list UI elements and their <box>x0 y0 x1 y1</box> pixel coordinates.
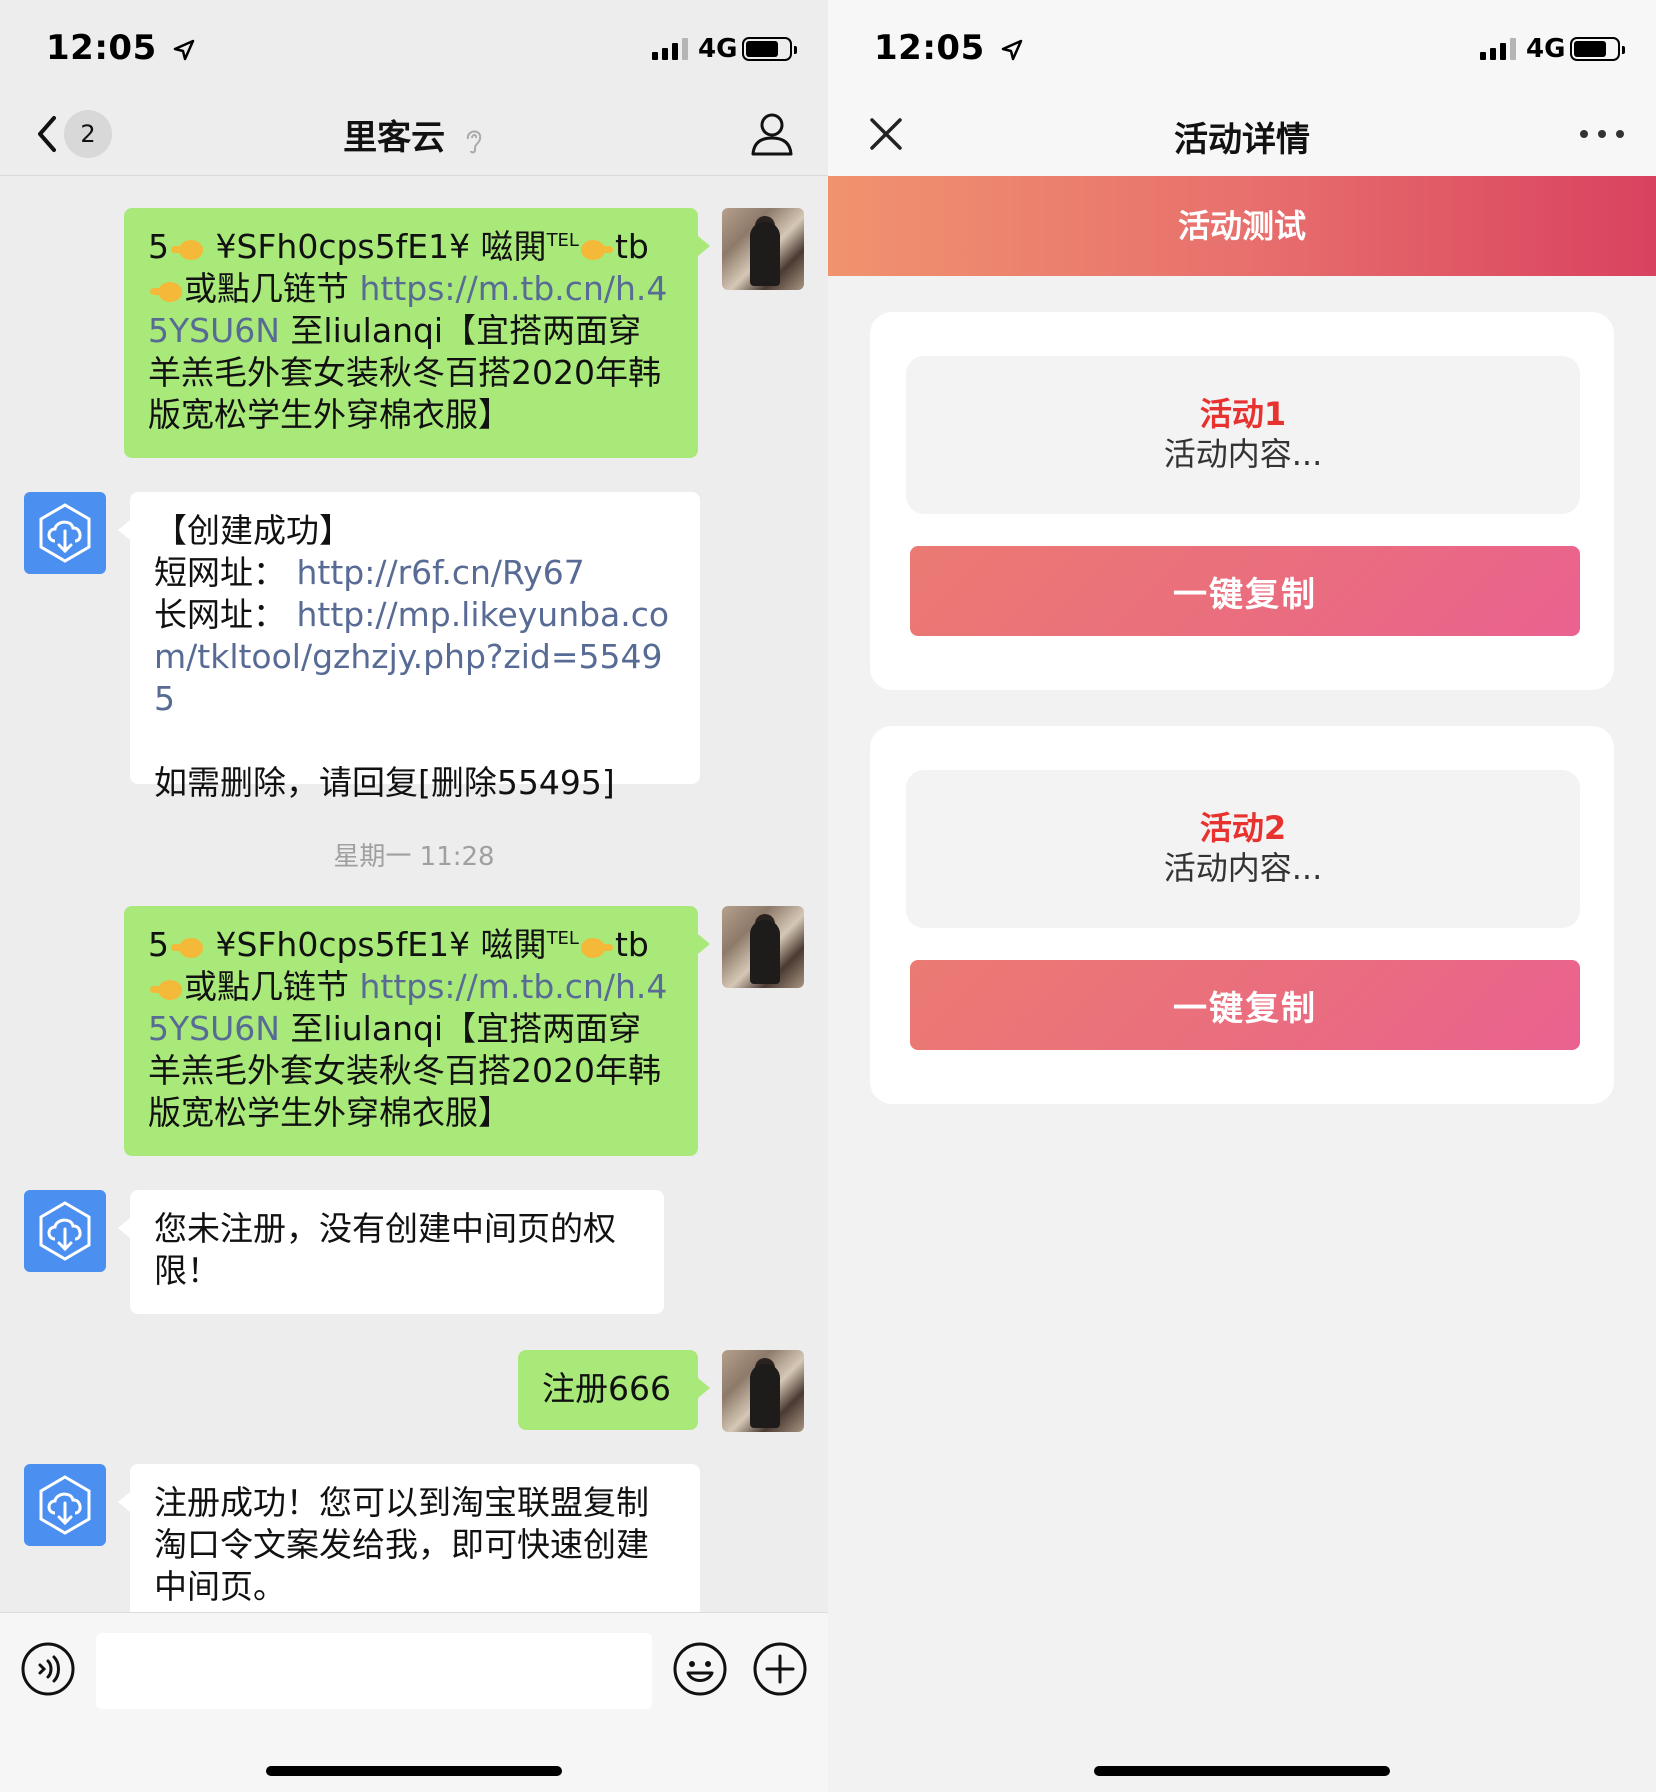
status-bar: 12:05 4G <box>828 0 1656 100</box>
hand-point-left-icon <box>171 937 203 958</box>
hand-point-left-icon <box>150 979 182 1000</box>
copy-button[interactable]: 一键复制 <box>910 960 1580 1050</box>
cloud-download-icon <box>39 1475 91 1535</box>
signal-icon <box>652 38 688 60</box>
plus-icon[interactable] <box>752 1641 808 1697</box>
profile-icon[interactable] <box>748 110 796 158</box>
chat-nav-bar: 2 里客云 <box>0 100 828 176</box>
message-bubble-sent[interactable]: 5 ¥SFh0cps5fE1¥ 嗞閧TEL tb 或點几链节 https://m.t… <box>124 906 710 1156</box>
ear-icon <box>466 130 481 153</box>
bot-avatar[interactable] <box>24 492 106 574</box>
status-time: 12:05 <box>874 28 1023 68</box>
signal-icon <box>1480 38 1516 60</box>
bot-avatar[interactable] <box>24 1190 106 1272</box>
location-arrow-icon <box>173 39 195 60</box>
network-type: 4G <box>1526 34 1566 64</box>
message-bubble-received[interactable]: 【创建成功】 短网址： http://r6f.cn/Ry67 长网址： http… <box>118 492 700 802</box>
user-avatar[interactable] <box>722 1350 804 1432</box>
activity-card: 活动2 活动内容... 一键复制 <box>870 726 1614 1104</box>
hand-point-left-icon <box>171 239 203 260</box>
copy-button[interactable]: 一键复制 <box>910 546 1580 636</box>
chat-screen: 12:05 4G 2 里客云 5 ¥SFh0cps5fE1¥ 嗞閧TEL tb 或點… <box>0 0 828 1792</box>
hand-point-left-icon <box>150 281 182 302</box>
chat-title-text: 里客云 <box>343 118 446 158</box>
activity-content: 活动内容... <box>1163 435 1323 473</box>
chat-title: 里客云 <box>0 110 828 159</box>
cloud-download-icon <box>39 1201 91 1261</box>
activity-screen: 12:05 4G 活动详情 活动测试 活动1 活动内容... 一键复制 活动2 … <box>828 0 1656 1792</box>
chat-input-bar <box>0 1612 828 1792</box>
voice-icon[interactable] <box>20 1641 76 1697</box>
status-time-text: 12:05 <box>874 28 985 68</box>
location-arrow-icon <box>1001 39 1023 60</box>
user-avatar[interactable] <box>722 208 804 290</box>
network-type: 4G <box>698 34 738 64</box>
message-input[interactable] <box>96 1633 652 1709</box>
bot-avatar[interactable] <box>24 1464 106 1546</box>
page-title: 活动详情 <box>1174 120 1310 160</box>
message-bubble-received[interactable]: 注册成功！您可以到淘宝联盟复制淘口令文案发给我，即可快速创建中间页。 <box>118 1464 700 1634</box>
message-bubble-sent[interactable]: 5 ¥SFh0cps5fE1¥ 嗞閧TEL tb 或點几链节 https://m.t… <box>124 208 710 458</box>
battery-icon <box>742 37 797 61</box>
chat-timestamp: 星期一 11:28 <box>333 842 495 872</box>
battery-icon <box>1570 37 1625 61</box>
more-options-icon[interactable] <box>1580 124 1624 144</box>
user-avatar[interactable] <box>722 906 804 988</box>
home-indicator[interactable] <box>266 1766 562 1776</box>
webview-nav-bar: 活动详情 <box>828 100 1656 176</box>
activity-content: 活动内容... <box>1163 849 1323 887</box>
activity-info-box: 活动1 活动内容... <box>906 356 1580 514</box>
message-bubble-received[interactable]: 您未注册，没有创建中间页的权限！ <box>118 1190 664 1314</box>
short-url-link[interactable]: http://r6f.cn/Ry67 <box>297 553 585 592</box>
message-bubble-sent[interactable]: 注册666 <box>518 1350 710 1430</box>
emoji-icon[interactable] <box>672 1641 728 1697</box>
activity-info-box: 活动2 活动内容... <box>906 770 1580 928</box>
home-indicator[interactable] <box>1094 1766 1390 1776</box>
status-time: 12:05 <box>46 28 195 68</box>
activity-title: 活动1 <box>1199 395 1287 433</box>
hand-point-right-icon <box>580 239 613 260</box>
activity-title: 活动2 <box>1199 809 1287 847</box>
status-time-text: 12:05 <box>46 28 157 68</box>
status-bar: 12:05 4G <box>0 0 828 100</box>
activity-banner: 活动测试 <box>828 176 1656 276</box>
hand-point-right-icon <box>580 937 613 958</box>
activity-card: 活动1 活动内容... 一键复制 <box>870 312 1614 690</box>
cloud-download-icon <box>39 503 91 563</box>
